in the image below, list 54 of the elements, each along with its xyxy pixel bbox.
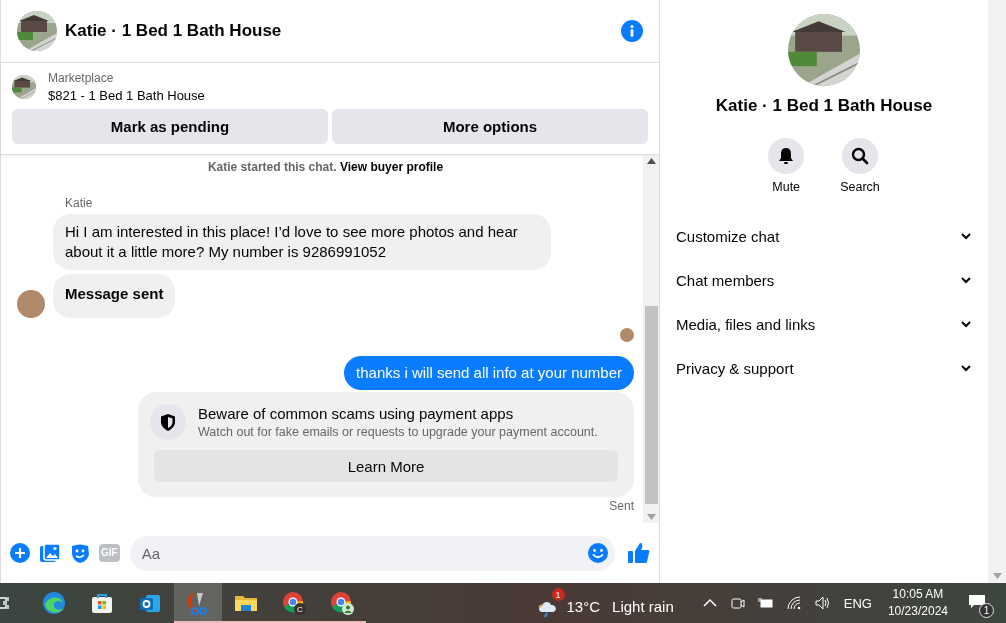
- date: 10/23/2024: [887, 603, 948, 620]
- sticker-icon[interactable]: [69, 542, 91, 564]
- info-icon[interactable]: [621, 20, 643, 42]
- warning-title: Beware of common scams using payment apps: [198, 405, 515, 422]
- temperature: 13°C: [566, 597, 601, 615]
- chat-title: Katie · 1 Bed 1 Bath House: [65, 21, 283, 41]
- scroll-up-arrow-icon[interactable]: [646, 158, 656, 164]
- warning-text: Watch out for fake emails or requests to upgrade your payment account.: [198, 425, 598, 439]
- page-scrollbar[interactable]: [988, 0, 1006, 583]
- wifi-icon[interactable]: [785, 595, 802, 611]
- shield-icon: [150, 404, 186, 440]
- notification-count: 1: [979, 603, 994, 618]
- camera-icon[interactable]: [729, 595, 746, 611]
- language-indicator[interactable]: ENG: [843, 595, 872, 611]
- search-icon: [850, 146, 870, 166]
- browser-person-icon: [329, 590, 355, 616]
- section-header[interactable]: Customize chat: [668, 214, 980, 258]
- speaker-icon[interactable]: [813, 595, 830, 611]
- outgoing-message: thanks i will send all info at your number: [344, 356, 634, 390]
- house-photo: [12, 75, 36, 99]
- weather-widget[interactable]: 1 13°C Light rain: [528, 586, 682, 620]
- sender-name: Katie: [65, 196, 94, 210]
- sent-status: Sent: [609, 499, 634, 513]
- smiley-icon[interactable]: [587, 542, 609, 564]
- house-photo: [17, 11, 57, 51]
- learn-more-button[interactable]: Learn More: [154, 450, 618, 482]
- section-header[interactable]: Media, files and links: [668, 302, 980, 346]
- mark-as-pending-button[interactable]: Mark as pending: [12, 109, 328, 144]
- plus-icon[interactable]: [9, 542, 31, 564]
- view-buyer-profile-link[interactable]: View buyer profile: [339, 160, 444, 174]
- scrollbar[interactable]: [643, 155, 659, 523]
- message-icon: [968, 594, 986, 610]
- time: 10:05 AM: [892, 586, 944, 603]
- task-view-icon[interactable]: [0, 595, 10, 611]
- clock[interactable]: 10:05 AM 10/23/2024: [879, 586, 956, 620]
- chat-start-notice: Katie started this chat. View buyer profile: [206, 160, 445, 174]
- section-header[interactable]: Chat members: [668, 258, 980, 302]
- contact-name: Katie · 1 Bed 1 Bath House: [715, 96, 933, 116]
- weather-condition: Light rain: [612, 597, 674, 615]
- incoming-message: Message sent: [53, 274, 176, 318]
- image-icon[interactable]: [39, 542, 61, 564]
- more-options-button[interactable]: More options: [332, 109, 648, 144]
- message-input[interactable]: Aa: [129, 535, 615, 571]
- listing-source: Marketplace: [48, 71, 115, 85]
- listing-price: $821 - 1 Bed 1 Bath House: [48, 88, 205, 103]
- section-header[interactable]: Privacy & support: [668, 346, 980, 390]
- notifications-button[interactable]: 1: [960, 588, 996, 618]
- weather-badge: 1: [551, 588, 565, 601]
- taskbar-app[interactable]: C: [270, 583, 318, 623]
- seen-avatar: [620, 328, 634, 342]
- browser-icon: [41, 590, 67, 616]
- thumbs-up-icon[interactable]: [627, 541, 651, 565]
- incoming-message: Hi I am interested in this place! I’d love to see more photos and hear about it a little more? My number is 9286991052: [53, 214, 551, 270]
- battery-icon[interactable]: [757, 595, 774, 611]
